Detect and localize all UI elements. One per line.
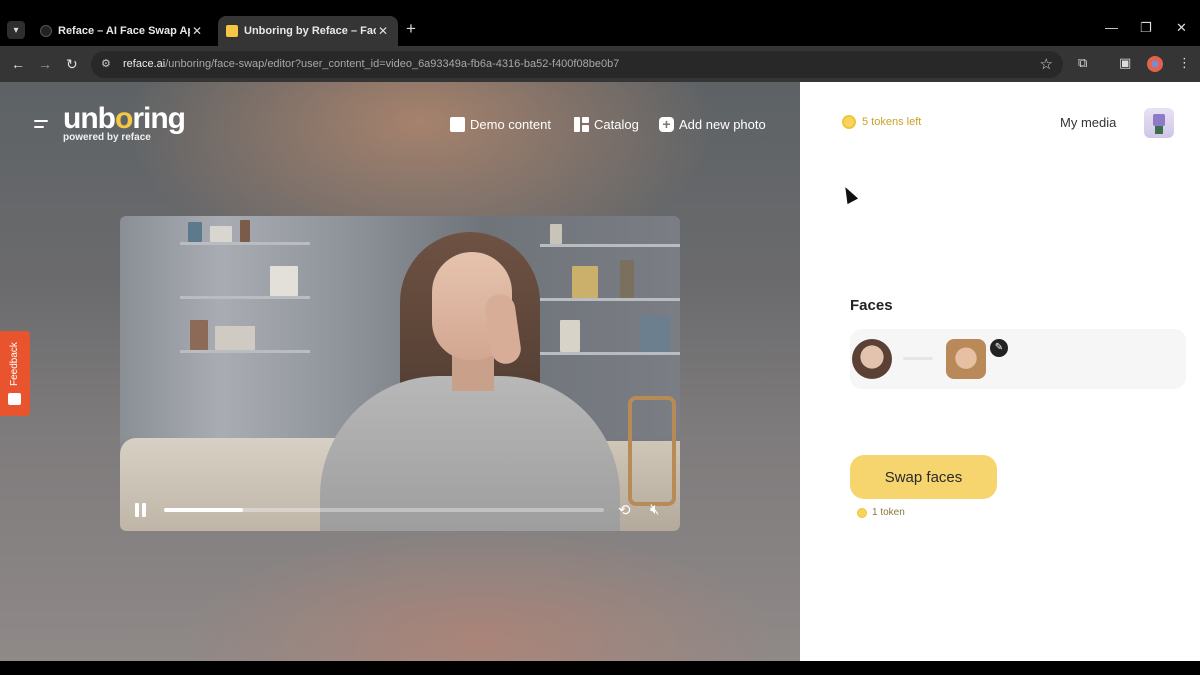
nav-catalog[interactable]: Catalog	[574, 114, 639, 134]
favicon-icon	[40, 25, 52, 37]
forward-icon[interactable]: →	[38, 55, 52, 73]
unboring-logo[interactable]: unboring powered by reface	[63, 104, 186, 144]
browser-tab-reface[interactable]: Reface – AI Face Swap App & V ✕	[32, 16, 212, 46]
window-close-icon[interactable]: ✕	[1176, 20, 1187, 36]
browser-toolbar: ← → ↻ ⚙ reface.ai/unboring/face-swap/edi…	[0, 46, 1200, 82]
browser-tab-unboring[interactable]: Unboring by Reface – Face Sw ✕	[218, 16, 398, 46]
url-text: reface.ai/unboring/face-swap/editor?user…	[123, 58, 620, 70]
video-progress-bar[interactable]	[164, 508, 604, 512]
coin-icon	[857, 507, 867, 518]
arrow-icon	[903, 357, 933, 360]
my-media-link[interactable]: My media	[1060, 115, 1116, 130]
nav-demo-content[interactable]: Demo content	[450, 114, 551, 134]
extensions-icon[interactable]: ⧉	[1078, 55, 1087, 71]
browser-tabbar: ▾ Reface – AI Face Swap App & V ✕ Unbori…	[0, 0, 1200, 46]
tab-search-icon[interactable]: ▾	[7, 21, 25, 39]
reload-icon[interactable]: ↻	[66, 55, 78, 73]
minimize-icon[interactable]: —	[1105, 20, 1118, 35]
tokens-counter[interactable]: 5 tokens left	[842, 115, 921, 129]
side-panel-icon[interactable]: ▣	[1119, 55, 1131, 71]
browser-menu-icon[interactable]: ⋮	[1178, 55, 1191, 71]
nav-add-new-photo[interactable]: + Add new photo	[659, 114, 766, 134]
video-player[interactable]: ⟲ 🔇︎	[120, 216, 680, 531]
address-bar[interactable]: ⚙ reface.ai/unboring/face-swap/editor?us…	[91, 51, 1063, 78]
coin-icon	[842, 115, 856, 129]
back-icon[interactable]: ←	[11, 55, 25, 73]
favicon-icon	[226, 25, 238, 37]
tab-title: Unboring by Reface – Face Sw	[244, 25, 376, 37]
target-face-thumbnail[interactable]	[946, 339, 986, 379]
faces-pair: ✎	[850, 329, 1186, 389]
bottom-bar	[0, 661, 1200, 675]
close-tab-icon[interactable]: ✕	[376, 24, 390, 38]
loop-icon[interactable]: ⟲	[618, 501, 631, 519]
grid-icon	[574, 116, 589, 132]
edit-pencil-icon[interactable]: ✎	[990, 339, 1008, 357]
mute-icon[interactable]: 🔇︎	[650, 501, 659, 518]
faces-title: Faces	[850, 297, 893, 314]
restore-icon[interactable]: ❐	[1140, 20, 1152, 36]
source-face-thumbnail[interactable]	[852, 339, 892, 379]
plus-icon: +	[659, 116, 674, 132]
profile-avatar[interactable]	[1147, 56, 1163, 72]
chat-icon	[8, 393, 21, 405]
user-avatar[interactable]	[1144, 108, 1174, 138]
editor-stage: unboring powered by reface Demo content …	[0, 82, 800, 661]
video-controls: ⟲ 🔇︎	[120, 496, 680, 526]
bookmark-star-icon[interactable]: ☆	[1040, 55, 1053, 73]
new-tab-icon[interactable]: +	[406, 20, 416, 38]
editor-side-panel: 5 tokens left My media Faces ✎ Swap face…	[800, 82, 1200, 661]
swap-cost: 1 token	[857, 507, 905, 518]
swap-faces-button[interactable]: Swap faces	[850, 455, 997, 499]
hamburger-menu-icon[interactable]	[34, 120, 48, 128]
close-tab-icon[interactable]: ✕	[190, 24, 204, 38]
screen: ▾ Reface – AI Face Swap App & V ✕ Unbori…	[0, 0, 1200, 675]
pause-icon[interactable]	[135, 503, 147, 517]
video-progress-fill	[164, 508, 244, 512]
tab-title: Reface – AI Face Swap App & V	[58, 25, 190, 37]
site-info-icon[interactable]: ⚙	[101, 57, 115, 71]
feedback-tab[interactable]: Feedback	[0, 331, 30, 416]
gift-icon	[450, 116, 465, 132]
